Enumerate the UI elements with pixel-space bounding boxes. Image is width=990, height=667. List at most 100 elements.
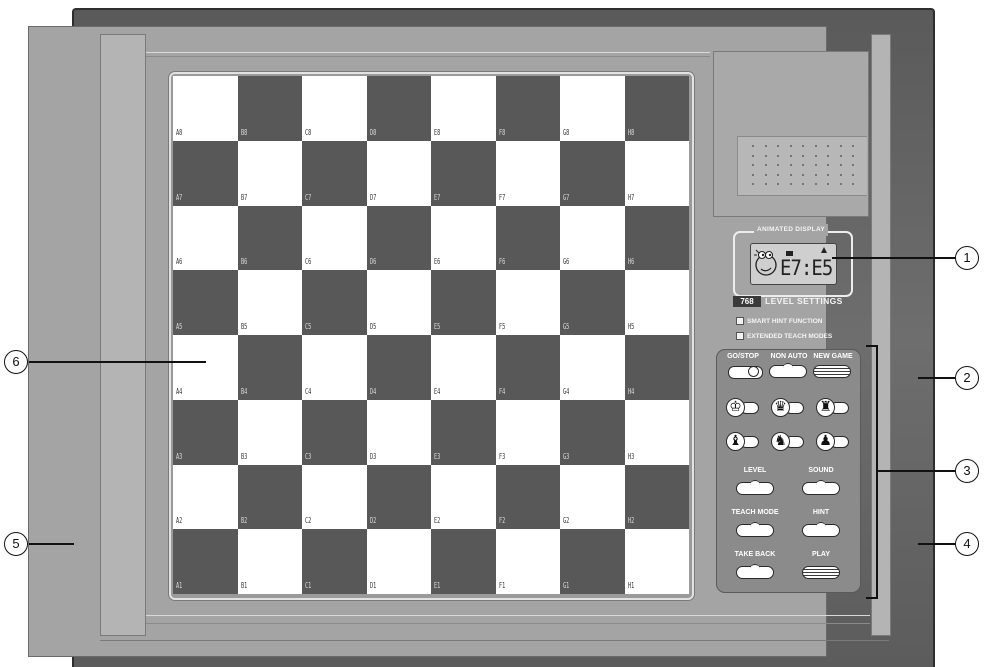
square-c3[interactable]: C3 [302, 399, 367, 465]
square-g7[interactable]: G7 [560, 140, 625, 206]
square-a3[interactable]: A3 [173, 399, 238, 465]
square-a8[interactable]: A8 [173, 76, 238, 141]
speaker-hole [814, 164, 817, 166]
square-f7[interactable]: F7 [495, 140, 560, 206]
square-d1[interactable]: D1 [366, 529, 431, 594]
square-d7[interactable]: D7 [366, 140, 431, 206]
square-a5[interactable]: A5 [173, 270, 238, 335]
go-stop-switch-knob[interactable] [748, 366, 759, 377]
square-f4[interactable]: F4 [495, 335, 560, 400]
teach-mode-label: TEACH MODE [731, 509, 779, 516]
square-label: G2 [563, 516, 570, 526]
display-title: ANIMATED DISPLAY [754, 224, 828, 236]
pawn-button[interactable]: ♟ [816, 432, 852, 452]
square-g4[interactable]: G4 [560, 335, 625, 400]
square-h6[interactable]: H6 [624, 205, 689, 271]
chess-board[interactable]: A8 B8 C8 D8 E8 F8 G8 H8 A7 B7 C7 D7 E7 F7 G7 H7 A6 B6 C6 D6… [173, 76, 689, 594]
take-back-button[interactable] [736, 564, 774, 579]
square-label: B4 [240, 386, 247, 396]
speaker-hole [764, 154, 767, 157]
square-f8[interactable]: F8 [495, 76, 560, 141]
square-a6[interactable]: A6 [173, 205, 238, 271]
knight-button[interactable]: ♞ [771, 432, 807, 452]
square-g6[interactable]: G6 [560, 205, 625, 271]
square-h5[interactable]: H5 [624, 270, 689, 335]
square-d4[interactable]: D4 [366, 335, 431, 400]
bishop-button[interactable]: ♝ [726, 432, 762, 452]
square-a7[interactable]: A7 [173, 140, 238, 206]
square-e7[interactable]: E7 [431, 140, 496, 206]
square-f5[interactable]: F5 [495, 270, 560, 335]
square-label: C5 [305, 322, 312, 331]
speaker-hole [814, 154, 817, 157]
square-g2[interactable]: G2 [560, 464, 625, 530]
speaker-hole [814, 173, 817, 176]
square-e8[interactable]: E8 [431, 76, 496, 141]
square-e4[interactable]: E4 [431, 335, 496, 400]
speaker-hole [789, 154, 792, 157]
square-d5[interactable]: D5 [366, 270, 431, 335]
square-d2[interactable]: D2 [366, 464, 431, 530]
speaker-hole [802, 164, 804, 166]
square-a2[interactable]: A2 [173, 464, 238, 530]
square-g3[interactable]: G3 [560, 399, 625, 465]
square-c1[interactable]: C1 [302, 529, 367, 594]
square-b4[interactable]: B4 [237, 335, 302, 400]
square-e3[interactable]: E3 [431, 399, 496, 465]
play-button[interactable] [802, 566, 840, 579]
square-e2[interactable]: E2 [431, 464, 496, 530]
square-c4[interactable]: C4 [302, 335, 367, 400]
speaker-hole [814, 145, 817, 147]
square-f1[interactable]: F1 [495, 529, 560, 594]
square-h2[interactable]: H2 [624, 464, 689, 530]
square-d3[interactable]: D3 [366, 399, 431, 465]
square-b8[interactable]: B8 [237, 76, 302, 141]
square-f3[interactable]: F3 [495, 399, 560, 465]
speaker-hole [777, 145, 779, 147]
speaker-hole [839, 145, 842, 147]
square-label: F7 [498, 192, 505, 202]
square-c8[interactable]: C8 [302, 76, 367, 141]
square-b7[interactable]: B7 [237, 140, 302, 206]
square-h3[interactable]: H3 [624, 399, 689, 465]
square-d6[interactable]: D6 [366, 205, 431, 271]
non-auto-button[interactable] [769, 363, 807, 378]
king-button[interactable]: ♔ [726, 398, 762, 418]
rook-button[interactable]: ♜ [816, 398, 852, 418]
square-b2[interactable]: B2 [237, 464, 302, 530]
hint-button[interactable] [802, 522, 840, 537]
teach-mode-button[interactable] [736, 522, 774, 537]
square-h7[interactable]: H7 [624, 140, 689, 206]
queen-button[interactable]: ♛ [771, 398, 807, 418]
square-label: D5 [369, 322, 376, 331]
square-a1[interactable]: A1 [173, 529, 238, 594]
level-button[interactable] [736, 480, 774, 495]
square-label: A5 [176, 322, 183, 331]
square-c2[interactable]: C2 [302, 464, 367, 530]
square-b3[interactable]: B3 [237, 399, 302, 465]
square-a4[interactable]: A4 [173, 335, 238, 400]
square-g8[interactable]: G8 [560, 76, 625, 141]
square-h8[interactable]: H8 [624, 76, 689, 141]
speaker-hole [827, 145, 829, 147]
square-f6[interactable]: F6 [495, 205, 560, 271]
new-game-button[interactable] [813, 365, 851, 378]
square-g1[interactable]: G1 [560, 529, 625, 594]
square-d8[interactable]: D8 [366, 76, 431, 141]
square-g5[interactable]: G5 [560, 270, 625, 335]
speaker-hole [802, 173, 804, 176]
square-c7[interactable]: C7 [302, 140, 367, 206]
square-h4[interactable]: H4 [624, 335, 689, 400]
square-e5[interactable]: E5 [431, 270, 496, 335]
square-c5[interactable]: C5 [302, 270, 367, 335]
sound-button[interactable] [802, 480, 840, 495]
square-b6[interactable]: B6 [237, 205, 302, 271]
square-b5[interactable]: B5 [237, 270, 302, 335]
square-f2[interactable]: F2 [495, 464, 560, 530]
square-h1[interactable]: H1 [624, 529, 689, 594]
speaker-hole [777, 173, 779, 176]
square-c6[interactable]: C6 [302, 205, 367, 271]
square-e6[interactable]: E6 [431, 205, 496, 271]
square-e1[interactable]: E1 [431, 529, 496, 594]
square-b1[interactable]: B1 [237, 529, 302, 594]
